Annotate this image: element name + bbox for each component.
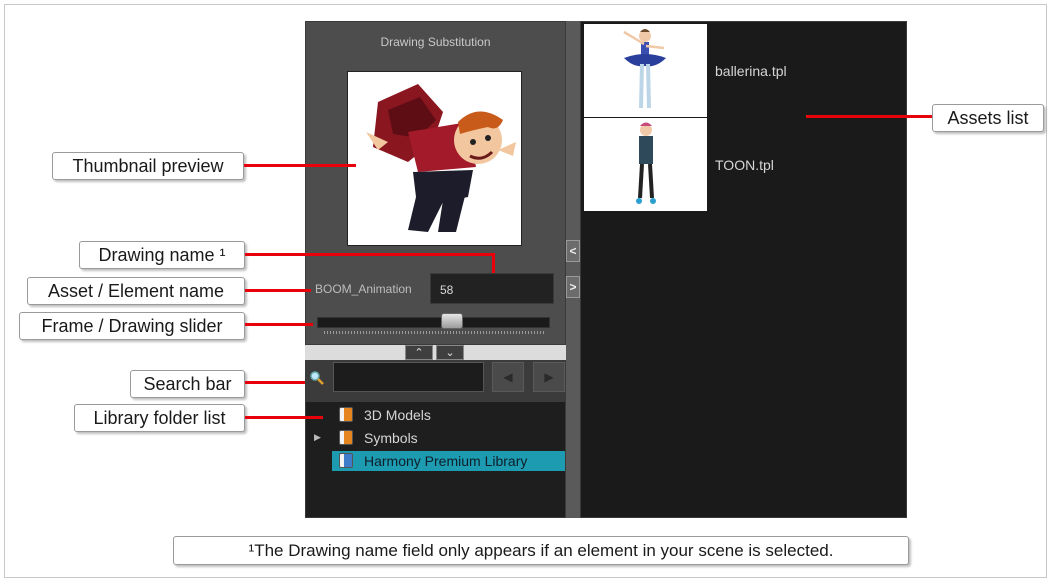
folder-label: 3D Models	[364, 407, 431, 423]
leader-line	[245, 289, 311, 292]
callout-search-bar: Search bar	[130, 370, 245, 398]
callout-asset-element-name: Asset / Element name	[27, 277, 245, 305]
book-icon	[339, 453, 353, 468]
chevron-right-icon[interactable]: >	[566, 276, 580, 298]
ballerina-image	[623, 29, 666, 109]
leader-line	[245, 381, 305, 384]
leader-line	[245, 416, 323, 419]
prev-result-button[interactable]: ◀	[492, 362, 524, 392]
asset-name-toon[interactable]: TOON.tpl	[715, 157, 774, 173]
book-icon	[339, 430, 353, 445]
chevron-up-icon[interactable]: ⌃	[405, 345, 433, 360]
drawing-name-field[interactable]: 58	[430, 273, 554, 304]
chevron-left-icon[interactable]: <	[566, 240, 580, 262]
footnote: ¹The Drawing name field only appears if …	[173, 536, 909, 565]
panel-splitter[interactable]	[566, 21, 580, 518]
asset-name-ballerina[interactable]: ballerina.tpl	[715, 63, 787, 79]
folder-item-harmony-premium-library[interactable]: Harmony Premium Library	[332, 451, 565, 471]
callout-thumbnail-preview: Thumbnail preview	[52, 152, 244, 180]
next-result-button[interactable]: ▶	[533, 362, 565, 392]
chevron-down-icon[interactable]: ⌄	[436, 345, 464, 360]
folder-item-symbols[interactable]: Symbols	[336, 428, 566, 448]
folder-item-3d-models[interactable]: 3D Models	[336, 405, 566, 425]
folder-label: Symbols	[364, 430, 418, 446]
toon-image	[636, 122, 656, 204]
leader-line	[492, 253, 495, 273]
callout-frame-drawing-slider: Frame / Drawing slider	[19, 312, 245, 340]
asset-element-name: BOOM_Animation	[315, 282, 412, 296]
callout-library-folder-list: Library folder list	[74, 404, 245, 432]
asset-thumbnail-ballerina[interactable]	[584, 24, 707, 117]
callout-assets-list: Assets list	[932, 104, 1044, 132]
search-input[interactable]	[333, 362, 484, 392]
frame-drawing-slider-track[interactable]	[317, 317, 550, 328]
frame-drawing-slider-ticks	[324, 331, 546, 334]
frame-drawing-slider-handle[interactable]	[441, 313, 463, 329]
leader-line	[806, 115, 932, 118]
thumbnail-preview	[347, 71, 522, 246]
folder-label: Harmony Premium Library	[364, 453, 528, 469]
leader-line	[245, 253, 495, 256]
asset-thumbnail-toon[interactable]	[584, 118, 707, 211]
drawing-substitution-title: Drawing Substitution	[380, 35, 491, 49]
search-icon	[310, 371, 324, 385]
character-thumbnail-image	[366, 84, 516, 232]
book-icon	[339, 407, 353, 422]
expand-arrow-icon[interactable]: ▶	[314, 432, 321, 443]
callout-drawing-name: Drawing name ¹	[79, 241, 245, 269]
leader-line	[244, 164, 356, 167]
leader-line	[245, 323, 313, 326]
